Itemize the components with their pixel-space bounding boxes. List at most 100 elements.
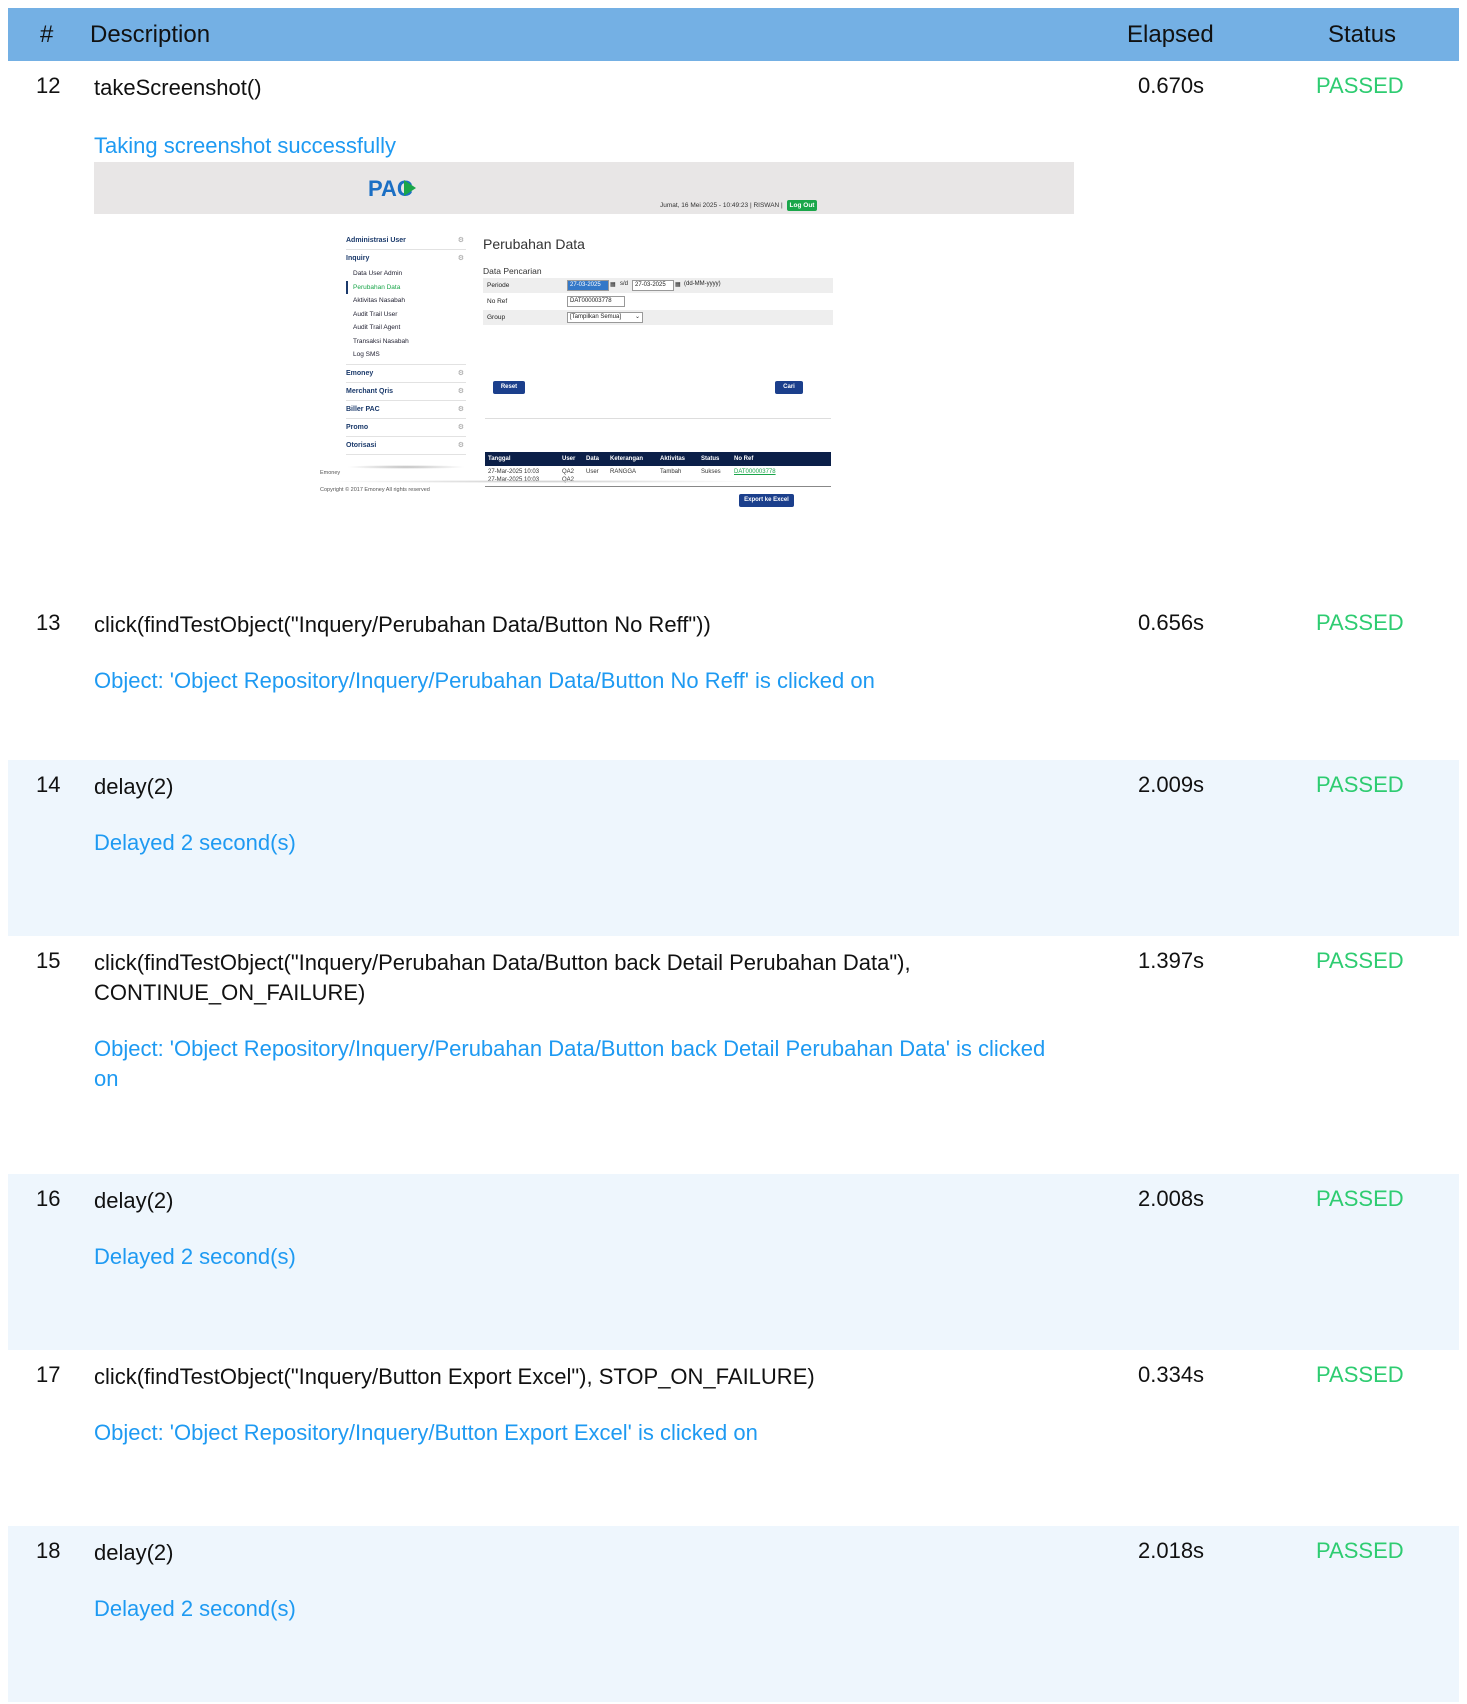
menu-item-active[interactable]: Perubahan Data [346, 280, 466, 294]
col-status: Status [1328, 21, 1397, 48]
noref-input[interactable]: DAT000003778 [567, 296, 625, 307]
date-from-input[interactable]: 27-03-2025 [567, 280, 609, 291]
step-message: Delayed 2 second(s) [94, 1596, 296, 1621]
gear-icon: ⚙ [457, 388, 464, 395]
calendar-icon[interactable]: ▦ [675, 281, 681, 288]
table-bottom-line [485, 486, 831, 487]
step-status: PASSED [1316, 1362, 1404, 1387]
page-title: Perubahan Data [483, 236, 585, 252]
divider [485, 418, 831, 419]
periode-row: Periode 27-03-2025 ▦ s/d 27-03-2025 ▦ (d… [483, 278, 833, 294]
test-report: # Description Elapsed Status 12 takeScre… [8, 8, 1459, 1702]
step-row: 14 delay(2) 2.009s PASSED Delayed 2 seco… [8, 760, 1459, 936]
chevron-down-icon: ⌄ [634, 314, 640, 320]
result-table-header: Tanggal User Data Keterangan Aktivitas S… [485, 452, 831, 466]
step-description: delay(2) [94, 1540, 174, 1565]
col-elapsed: Elapsed [1127, 21, 1214, 48]
step-elapsed: 2.009s [1138, 772, 1205, 797]
step-message: Object: 'Object Repository/Inquery/Butto… [94, 1420, 758, 1445]
step-status: PASSED [1316, 1186, 1404, 1211]
footer-brand: Emoney [320, 470, 341, 476]
noref-row: No Ref DAT000003778 [483, 294, 833, 310]
menu-item[interactable]: Data User Admin [346, 267, 466, 281]
date-to-input[interactable]: 27-03-2025 [632, 280, 674, 291]
date-hint: (dd-MM-yyyy) [684, 281, 721, 287]
menu-promo[interactable]: Promo ⚙ [346, 419, 466, 437]
footer-line [320, 480, 760, 483]
shot-sidebar: Administrasi User ⚙ Inquiry ⚙ Data User Ad… [346, 232, 466, 455]
step-status: PASSED [1316, 73, 1404, 98]
col-num: # [40, 21, 54, 48]
step-description: click(findTestObject("Inquery/Button Exp… [94, 1364, 815, 1389]
step-number: 18 [36, 1538, 61, 1563]
gear-icon: ⚙ [457, 255, 464, 262]
menu-admin-user[interactable]: Administrasi User ⚙ [346, 232, 466, 250]
step-row: 12 takeScreenshot() 0.670s PASSED Taking… [8, 61, 1459, 598]
step-row: 15 click(findTestObject("Inquery/Perubah… [8, 936, 1459, 1174]
cari-button[interactable]: Cari [775, 381, 803, 394]
step-description: delay(2) [94, 1188, 174, 1213]
pac-logo-icon: PAC [368, 176, 416, 200]
step-message: Delayed 2 second(s) [94, 1244, 296, 1269]
noref-label: No Ref [487, 298, 508, 305]
step-elapsed: 0.670s [1138, 73, 1205, 98]
export-excel-button[interactable]: Export ke Excel [739, 494, 794, 507]
group-row: Group [Tampilkan Semua] ⌄ [483, 310, 833, 326]
step-number: 14 [36, 772, 61, 797]
logout-button[interactable]: Log Out [786, 200, 818, 211]
menu-item[interactable]: Audit Trail Agent [346, 321, 466, 335]
step-description: delay(2) [94, 774, 174, 799]
date-user-bar: Jumat, 16 Mei 2025 - 10:49:23 | RISWAN |… [660, 200, 818, 211]
embedded-screenshot: PAC Jumat, 16 Mei 2025 - 10:49:23 | RISW… [94, 162, 1074, 594]
menu-item[interactable]: Transaksi Nasabah [346, 335, 466, 349]
step-message: Delayed 2 second(s) [94, 830, 296, 855]
step-message: Taking screenshot successfully [94, 133, 397, 158]
footer-copyright: Copyright © 2017 Emoney All rights reser… [320, 487, 430, 493]
step-status: PASSED [1316, 772, 1404, 797]
menu-item[interactable]: Log SMS [346, 348, 466, 365]
step-row: 18 delay(2) 2.018s PASSED Delayed 2 seco… [8, 1526, 1459, 1702]
noref-link[interactable]: DAT000003778 [734, 469, 776, 475]
step-number: 12 [36, 73, 61, 98]
calendar-icon[interactable]: ▦ [610, 281, 616, 288]
step-status: PASSED [1316, 1538, 1404, 1563]
menu-merchant[interactable]: Merchant Qris ⚙ [346, 383, 466, 401]
menu-item[interactable]: Aktivitas Nasabah [346, 294, 466, 308]
step-status: PASSED [1316, 610, 1404, 635]
gear-icon: ⚙ [457, 406, 464, 413]
sd-label: s/d [620, 281, 629, 287]
step-message: Object: 'Object Repository/Inquery/Perub… [94, 1036, 1046, 1091]
step-elapsed: 0.334s [1138, 1362, 1205, 1387]
step-number: 15 [36, 948, 61, 973]
step-description: click(findTestObject("Inquery/Perubahan … [94, 950, 911, 1005]
menu-item[interactable]: Audit Trail User [346, 308, 466, 322]
step-elapsed: 2.018s [1138, 1538, 1205, 1563]
group-select[interactable]: [Tampilkan Semua] ⌄ [567, 312, 643, 323]
search-title: Data Pencarian [483, 266, 542, 276]
menu-otorisasi[interactable]: Otorisasi ⚙ [346, 437, 466, 455]
step-message: Object: 'Object Repository/Inquery/Perub… [94, 668, 875, 693]
step-number: 16 [36, 1186, 61, 1211]
sidebar-shadow [346, 465, 466, 469]
shot-content: Perubahan Data Data Pencarian Periode 27… [483, 232, 833, 507]
group-label: Group [487, 314, 506, 321]
step-number: 17 [36, 1362, 61, 1387]
step-row: 16 delay(2) 2.008s PASSED Delayed 2 seco… [8, 1174, 1459, 1350]
gear-icon: ⚙ [457, 237, 464, 244]
gear-icon: ⚙ [457, 442, 464, 449]
step-elapsed: 1.397s [1138, 948, 1205, 973]
col-description: Description [90, 21, 211, 48]
step-status: PASSED [1316, 948, 1404, 973]
shot-header: PAC Jumat, 16 Mei 2025 - 10:49:23 | RISW… [94, 162, 1074, 214]
step-description: takeScreenshot() [94, 75, 262, 100]
step-number: 13 [36, 610, 61, 635]
menu-inquiry[interactable]: Inquiry ⚙ [346, 250, 466, 267]
step-elapsed: 0.656s [1138, 610, 1205, 635]
gear-icon: ⚙ [457, 370, 464, 377]
step-elapsed: 2.008s [1138, 1186, 1205, 1211]
menu-emoney[interactable]: Emoney ⚙ [346, 365, 466, 383]
table-header: # Description Elapsed Status [8, 8, 1459, 61]
menu-biller[interactable]: Biller PAC ⚙ [346, 401, 466, 419]
gear-icon: ⚙ [457, 424, 464, 431]
reset-button[interactable]: Reset [493, 381, 525, 394]
